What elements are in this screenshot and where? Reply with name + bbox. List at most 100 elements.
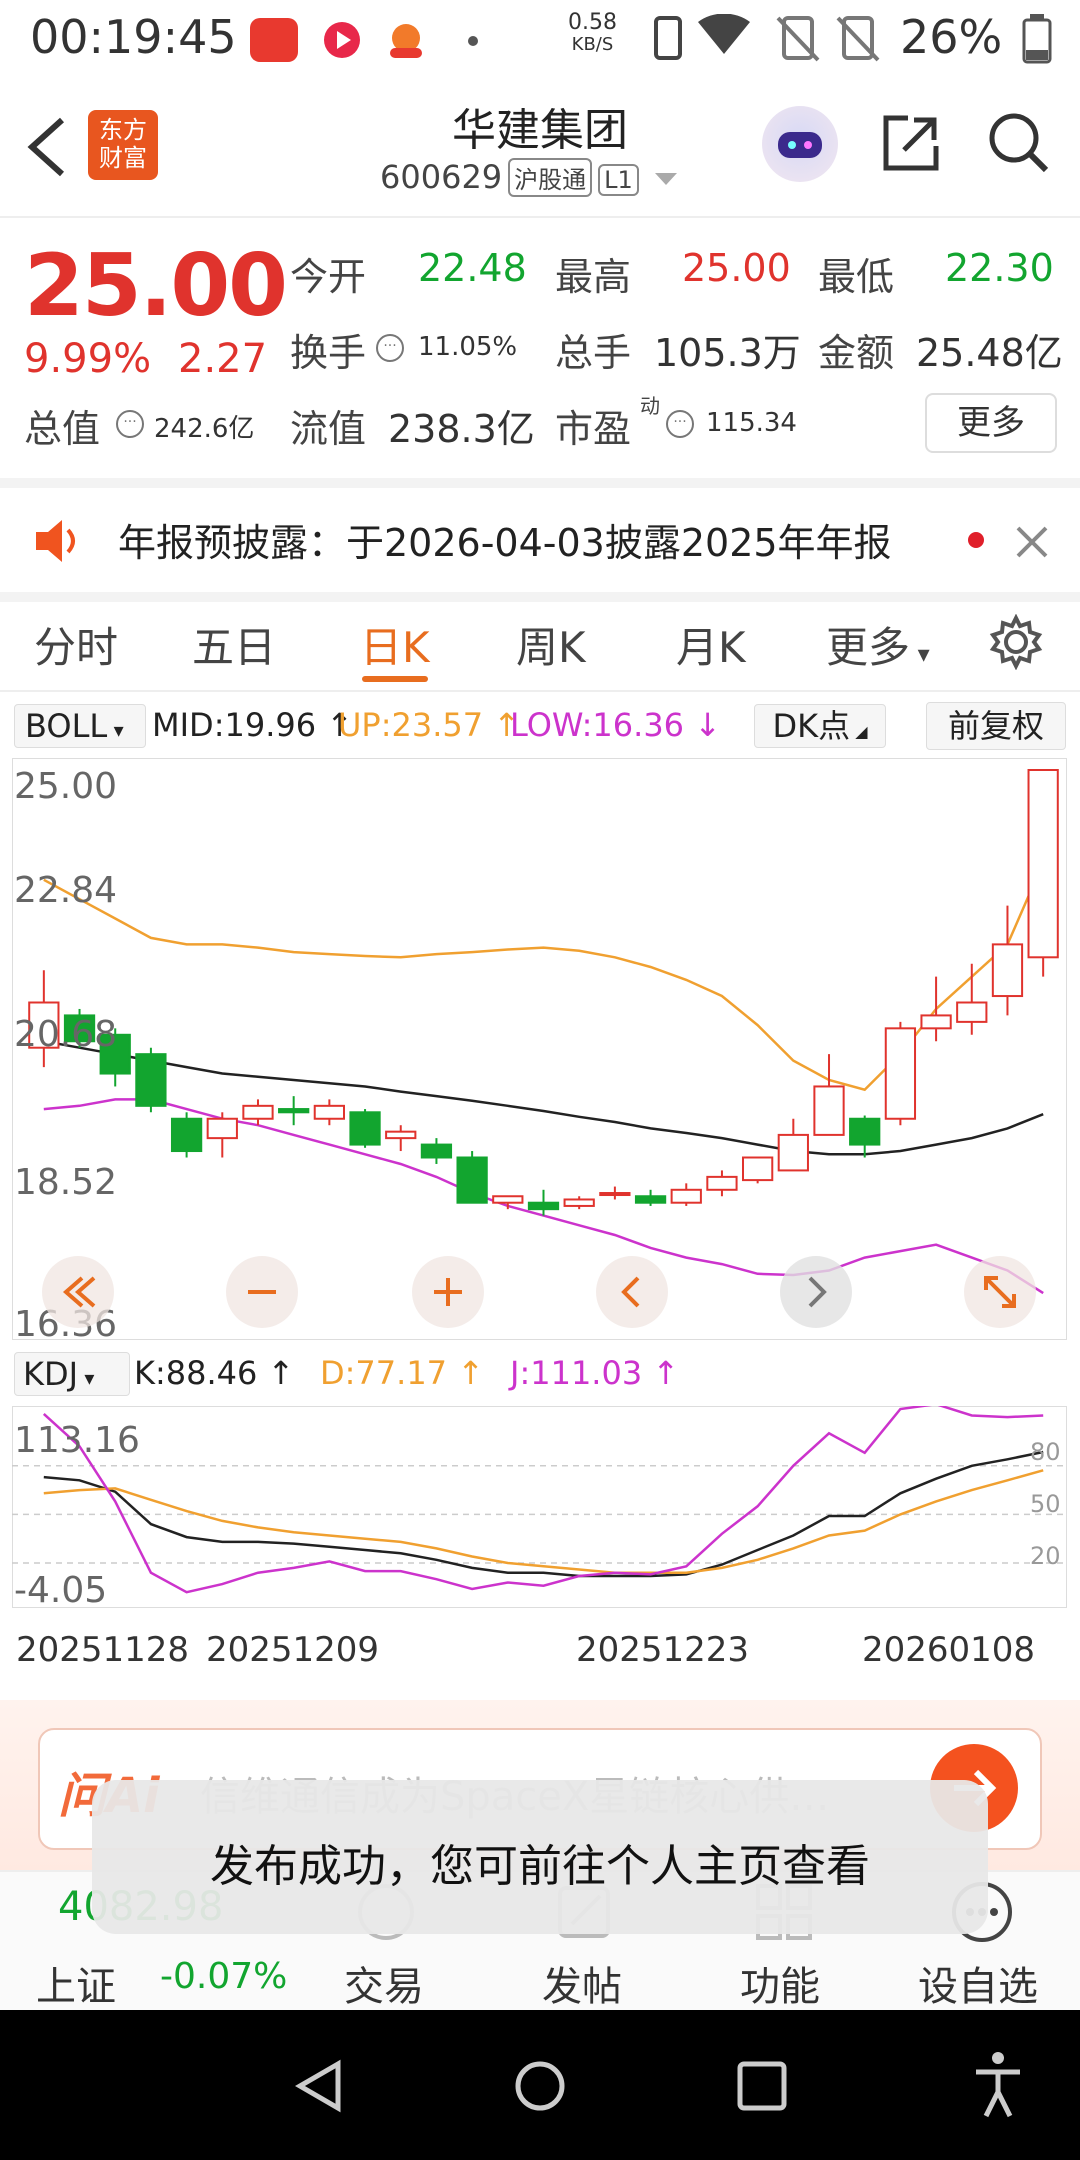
nav-back-icon[interactable] <box>292 2058 348 2114</box>
info-icon[interactable]: ··· <box>666 410 694 438</box>
amount-label: 金额 <box>818 331 895 375</box>
candle-body <box>563 1198 595 1207</box>
system-status-icons <box>654 14 880 62</box>
settings-gear-icon[interactable] <box>988 614 1044 670</box>
y-tick-label: 18.52 <box>14 1162 118 1203</box>
net-speed: 0.58 KB/S <box>568 10 617 56</box>
toutiao-notification-icon <box>250 18 298 62</box>
mktcap-label: 总值 <box>24 407 101 451</box>
close-icon[interactable] <box>1014 524 1050 560</box>
index-change: -0.07% <box>160 1956 288 1997</box>
bottom-functions[interactable]: 功能 <box>740 1954 820 2012</box>
y-tick-label: 20.68 <box>14 1014 118 1055</box>
kdj-level-label: 50 <box>1030 1490 1061 1518</box>
date-label: 20260108 <box>862 1630 1036 1670</box>
y-tick-label: 22.84 <box>14 870 118 911</box>
candle-body <box>884 1027 917 1120</box>
more-quote-button[interactable]: 更多 <box>925 393 1057 453</box>
tab-five-day[interactable]: 五日 <box>192 614 276 675</box>
nav-home-icon[interactable] <box>512 2058 568 2114</box>
candle-body <box>849 1117 881 1146</box>
nav-recents-icon[interactable] <box>734 2058 790 2114</box>
info-icon[interactable]: ··· <box>376 334 404 362</box>
kdj-level-label: 20 <box>1030 1542 1061 1570</box>
notice-bar[interactable]: 年报预披露：于2026-04-03披露2025年年报 <box>0 478 1080 602</box>
scroll-left-fast-button[interactable] <box>42 1256 114 1328</box>
candle-body <box>456 1156 488 1204</box>
kdj-chart[interactable] <box>12 1406 1067 1608</box>
tab-weekly-k[interactable]: 周K <box>516 614 586 675</box>
volume-value: 105.3万 <box>654 331 801 375</box>
toast-text: 发布成功，您可前往个人主页查看 <box>210 1841 870 1892</box>
date-label: 20251128 <box>16 1630 190 1670</box>
open-label: 今开 <box>290 255 367 299</box>
bottom-add-watchlist[interactable]: 设自选 <box>918 1954 1038 2012</box>
candle-body <box>742 1156 774 1182</box>
boll-indicator-select[interactable]: BOLL ▾ <box>14 704 146 748</box>
system-nav-bar <box>0 2010 1080 2160</box>
y-tick-label: 25.00 <box>14 766 118 807</box>
fullscreen-button[interactable] <box>964 1256 1036 1328</box>
pe-sup: 动 <box>640 394 660 418</box>
candle-body <box>170 1117 203 1153</box>
speaker-icon <box>36 520 75 562</box>
chart-period-tabs: 分时 五日 日K 周K 月K 更多 ▾ <box>0 594 1080 692</box>
sport-app-icon <box>382 18 430 62</box>
unread-dot <box>968 532 984 548</box>
amount-value: 25.48亿 <box>916 331 1063 375</box>
tag-hk-connect: 沪股通 <box>508 158 593 197</box>
turnover-value: 11.05% <box>418 332 518 362</box>
bottom-post[interactable]: 发帖 <box>542 1954 622 2012</box>
tab-more[interactable]: 更多 ▾ <box>826 614 930 675</box>
scroll-right-button[interactable] <box>780 1256 852 1328</box>
notice-text: 年报预披露：于2026-04-03披露2025年年报 <box>118 521 892 565</box>
more-notifications-dot <box>468 36 478 46</box>
ai-assistant-avatar[interactable] <box>762 106 838 182</box>
zoom-out-button[interactable] <box>226 1256 298 1328</box>
share-icon[interactable] <box>878 110 944 176</box>
candle-body <box>706 1175 738 1191</box>
candlestick-chart[interactable] <box>12 758 1067 1340</box>
kdj-y-min-label: -4.05 <box>14 1570 108 1611</box>
float-value: 238.3亿 <box>388 407 535 451</box>
current-price: 25.00 <box>24 236 288 336</box>
candle-body <box>599 1192 631 1197</box>
kdj-y-max-label: 113.16 <box>14 1420 140 1461</box>
boll-up: UP:23.57 ↑ <box>338 706 521 744</box>
candle-body <box>956 1001 988 1023</box>
boll-low: LOW:16.36 ↓ <box>510 706 722 744</box>
zoom-in-button[interactable] <box>412 1256 484 1328</box>
index-name[interactable]: 上证 <box>36 1954 116 2012</box>
candle-body <box>349 1111 381 1146</box>
open-value: 22.48 <box>418 246 527 290</box>
bottom-trade[interactable]: 交易 <box>344 1954 424 2012</box>
stock-header: 东方 财富 华建集团 600629 沪股通 L1 <box>0 76 1080 218</box>
search-icon[interactable] <box>986 110 1052 176</box>
float-label: 流值 <box>290 407 367 451</box>
status-time: 00:19:45 <box>30 10 237 64</box>
battery-icon <box>1022 14 1052 64</box>
change-percent: 9.99% <box>24 336 152 382</box>
date-label: 20251209 <box>206 1630 380 1670</box>
kdj-indicator-select[interactable]: KDJ ▾ <box>14 1352 130 1396</box>
kdj-d: D:77.17 ↑ <box>320 1354 485 1392</box>
tab-daily-k[interactable]: 日K <box>360 614 430 675</box>
low-label: 最低 <box>818 255 895 299</box>
candle-body <box>206 1117 238 1140</box>
info-icon[interactable]: ··· <box>116 410 144 438</box>
candle-body <box>242 1104 274 1120</box>
tag-level: L1 <box>598 164 639 196</box>
turnover-label: 换手 <box>290 331 367 375</box>
scroll-left-button[interactable] <box>596 1256 668 1328</box>
battery-percent: 26% <box>900 10 1003 64</box>
adjust-mode-button[interactable]: 前复权 <box>926 702 1066 750</box>
change-amount: 2.27 <box>178 336 268 382</box>
tab-intraday[interactable]: 分时 <box>34 614 118 675</box>
candle-body <box>777 1133 809 1172</box>
candle-body <box>920 1014 952 1030</box>
tab-monthly-k[interactable]: 月K <box>676 614 746 675</box>
accessibility-icon[interactable] <box>970 2050 1026 2120</box>
chevron-down-icon[interactable] <box>653 169 679 189</box>
dk-point-button[interactable]: DK点 ◢ <box>754 704 886 748</box>
candle-body <box>385 1130 417 1140</box>
